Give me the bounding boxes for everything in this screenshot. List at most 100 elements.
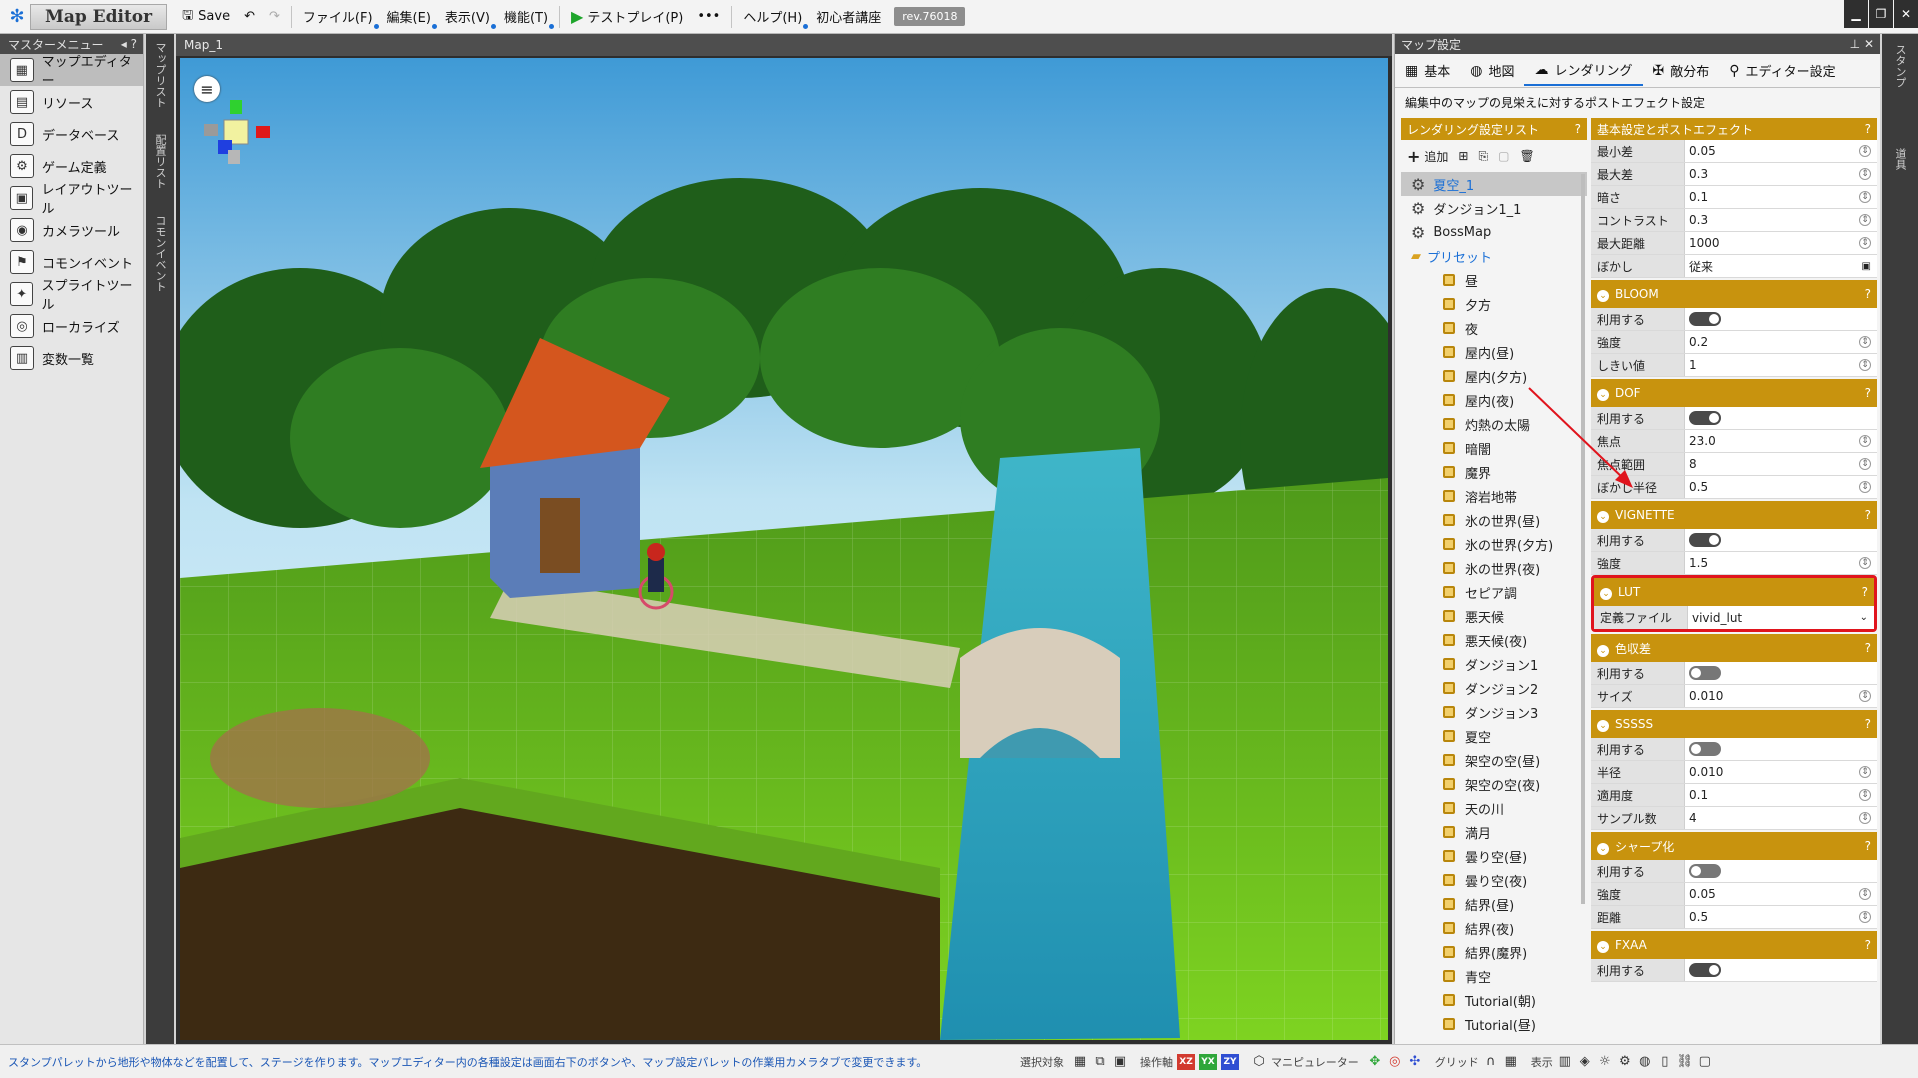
menu-item-game-definition[interactable]: ⚙ ゲーム定義 — [0, 150, 143, 182]
spinner-icon[interactable]: ⇕ — [1859, 145, 1871, 157]
spinner-icon[interactable]: ⇕ — [1859, 789, 1871, 801]
map-tab[interactable]: Map_1 — [176, 34, 1392, 56]
globe-icon[interactable]: ◍ — [1637, 1054, 1653, 1070]
new-file-icon[interactable]: ⊞ — [1458, 149, 1468, 163]
sharpen-toggle[interactable] — [1689, 864, 1721, 878]
link-icon[interactable]: ⛓ — [1677, 1054, 1694, 1070]
property-value-input[interactable]: 1000 ⇕ — [1685, 232, 1877, 254]
list-scrollbar[interactable] — [1581, 174, 1585, 904]
axis-gizmo-icon[interactable] — [202, 98, 272, 168]
testplay-button[interactable]: ▶ テストプレイ(P) — [564, 4, 690, 30]
move-gizmo-icon[interactable]: ✥ — [1367, 1054, 1383, 1070]
spinner-icon[interactable]: ⇕ — [1859, 214, 1871, 226]
paste-icon[interactable]: ▢ — [1498, 149, 1509, 163]
section-chromatic-aberration[interactable]: ⌄ 色収差? — [1591, 634, 1877, 662]
menu-item-variable-list[interactable]: ▥ 変数一覧 — [0, 342, 143, 374]
property-value-input[interactable]: 23.0 ⇕ — [1685, 430, 1877, 452]
menu-view[interactable]: 表示(V) — [438, 4, 497, 30]
help-icon[interactable]: ? — [1865, 938, 1871, 952]
settings-icon[interactable]: ⚙ — [1617, 1054, 1633, 1070]
tab-basic[interactable]: ▦ 基本 — [1395, 56, 1460, 86]
help-icon[interactable]: ? — [1865, 287, 1871, 301]
more-button[interactable]: ••• — [690, 4, 727, 30]
property-value-input[interactable]: 0.010 ⇕ — [1685, 685, 1877, 707]
section-lut[interactable]: ⌄ LUT? — [1594, 578, 1874, 606]
preset-item[interactable]: Tutorial(朝) — [1401, 988, 1587, 1012]
property-value-input[interactable]: 従来 ▣ — [1685, 255, 1877, 277]
bloom-toggle[interactable] — [1689, 312, 1721, 326]
spinner-icon[interactable]: ⇕ — [1859, 690, 1871, 702]
preset-item[interactable]: 青空 — [1401, 964, 1587, 988]
menu-item-layout-tool[interactable]: ▣ レイアウトツール — [0, 182, 143, 217]
menu-help[interactable]: ヘルプ(H) — [736, 4, 809, 30]
tab-editor-settings[interactable]: ⚲ エディター設定 — [1719, 56, 1845, 86]
preset-item[interactable]: 昼 — [1401, 268, 1587, 292]
add-button[interactable]: + 追加 — [1407, 147, 1448, 166]
rendering-list-item[interactable]: ⚙ 夏空_1 — [1401, 172, 1587, 196]
spinner-icon[interactable]: ⇕ — [1859, 191, 1871, 203]
menu-item-camera-tool[interactable]: ◉ カメラツール — [0, 214, 143, 246]
preset-folder[interactable]: ▰ プリセット — [1401, 244, 1587, 268]
tab-rendering[interactable]: ☁ レンダリング — [1524, 56, 1643, 86]
section-bloom[interactable]: ⌄ BLOOM? — [1591, 280, 1877, 308]
property-value-input[interactable]: 0.3 ⇕ — [1685, 163, 1877, 185]
dof-toggle[interactable] — [1689, 411, 1721, 425]
section-fxaa[interactable]: ⌄ FXAA? — [1591, 931, 1877, 959]
preset-item[interactable]: 屋内(昼) — [1401, 340, 1587, 364]
tab-tools[interactable]: 道具 — [1882, 138, 1918, 180]
tab-placement-list[interactable]: 配置リスト — [146, 126, 174, 197]
cube-icon[interactable]: ◈ — [1577, 1054, 1593, 1070]
manipulator-icon[interactable]: ⬡ — [1251, 1054, 1267, 1070]
property-value-input[interactable]: 0.3 ⇕ — [1685, 209, 1877, 231]
rendering-list-item[interactable]: ⚙ BossMap — [1401, 220, 1587, 244]
preset-item[interactable]: セピア調 — [1401, 580, 1587, 604]
minimize-icon[interactable]: ▁ — [1844, 0, 1868, 28]
lut-file-select[interactable]: vivid_lut ⌄ — [1688, 606, 1874, 629]
preset-item[interactable]: 悪天候 — [1401, 604, 1587, 628]
spinner-icon[interactable]: ⇕ — [1859, 168, 1871, 180]
section-vignette[interactable]: ⌄ VIGNETTE? — [1591, 501, 1877, 529]
save-button[interactable]: 🖫 Save — [175, 4, 237, 30]
property-value-input[interactable]: 0.5 ⇕ — [1685, 476, 1877, 498]
axis-zy-button[interactable]: ZY — [1221, 1053, 1239, 1070]
magnet-icon[interactable]: ∩ — [1483, 1054, 1499, 1070]
light-icon[interactable]: ☼ — [1597, 1054, 1613, 1070]
trash-icon[interactable]: 🗑 — [1519, 149, 1534, 163]
property-value-input[interactable]: 0.5 ⇕ — [1685, 906, 1877, 928]
preset-item[interactable]: 満月 — [1401, 820, 1587, 844]
section-sharpen[interactable]: ⌄ シャープ化? — [1591, 832, 1877, 860]
property-value-input[interactable]: 0.05 ⇕ — [1685, 140, 1877, 162]
preset-item[interactable]: 氷の世界(夕方) — [1401, 532, 1587, 556]
spinner-icon[interactable]: ⇕ — [1859, 888, 1871, 900]
spinner-icon[interactable]: ⇕ — [1859, 812, 1871, 824]
preset-item[interactable]: 夕方 — [1401, 292, 1587, 316]
preset-item[interactable]: ダンジョン1 — [1401, 652, 1587, 676]
chroma-toggle[interactable] — [1689, 666, 1721, 680]
axis-xz-button[interactable]: XZ — [1177, 1053, 1195, 1070]
preset-item[interactable]: 架空の空(昼) — [1401, 748, 1587, 772]
help-icon[interactable]: ? — [1575, 122, 1581, 136]
help-icon[interactable]: ? — [1865, 641, 1871, 655]
menu-item-sprite-tool[interactable]: ✦ スプライトツール — [0, 278, 143, 313]
preset-item[interactable]: ダンジョン2 — [1401, 676, 1587, 700]
tutorial-button[interactable]: 初心者講座 — [809, 4, 888, 30]
menu-item-map-editor[interactable]: ▦ マップエディター — [0, 54, 143, 89]
property-value-input[interactable]: 1.5 ⇕ — [1685, 552, 1877, 574]
spinner-icon[interactable]: ⇕ — [1859, 336, 1871, 348]
preset-item[interactable]: 架空の空(夜) — [1401, 772, 1587, 796]
tab-enemy-distribution[interactable]: ✠ 敵分布 — [1643, 56, 1720, 86]
spinner-icon[interactable]: ⇕ — [1859, 481, 1871, 493]
preset-item[interactable]: 氷の世界(夜) — [1401, 556, 1587, 580]
property-value-input[interactable]: 0.1 ⇕ — [1685, 784, 1877, 806]
object-select-icon[interactable]: ⧉ — [1092, 1054, 1108, 1070]
help-icon[interactable]: ? — [1865, 508, 1871, 522]
column-icon[interactable]: ▯ — [1657, 1054, 1673, 1070]
property-value-input[interactable]: 0.2 ⇕ — [1685, 331, 1877, 353]
property-value-input[interactable]: 0.1 ⇕ — [1685, 186, 1877, 208]
redo-button[interactable]: ↷ — [262, 4, 287, 30]
property-value-input[interactable]: 1 ⇕ — [1685, 354, 1877, 376]
sssss-toggle[interactable] — [1689, 742, 1721, 756]
help-icon[interactable]: ? — [1865, 122, 1871, 136]
spinner-icon[interactable]: ⇕ — [1859, 237, 1871, 249]
preset-item[interactable]: 氷の世界(昼) — [1401, 508, 1587, 532]
